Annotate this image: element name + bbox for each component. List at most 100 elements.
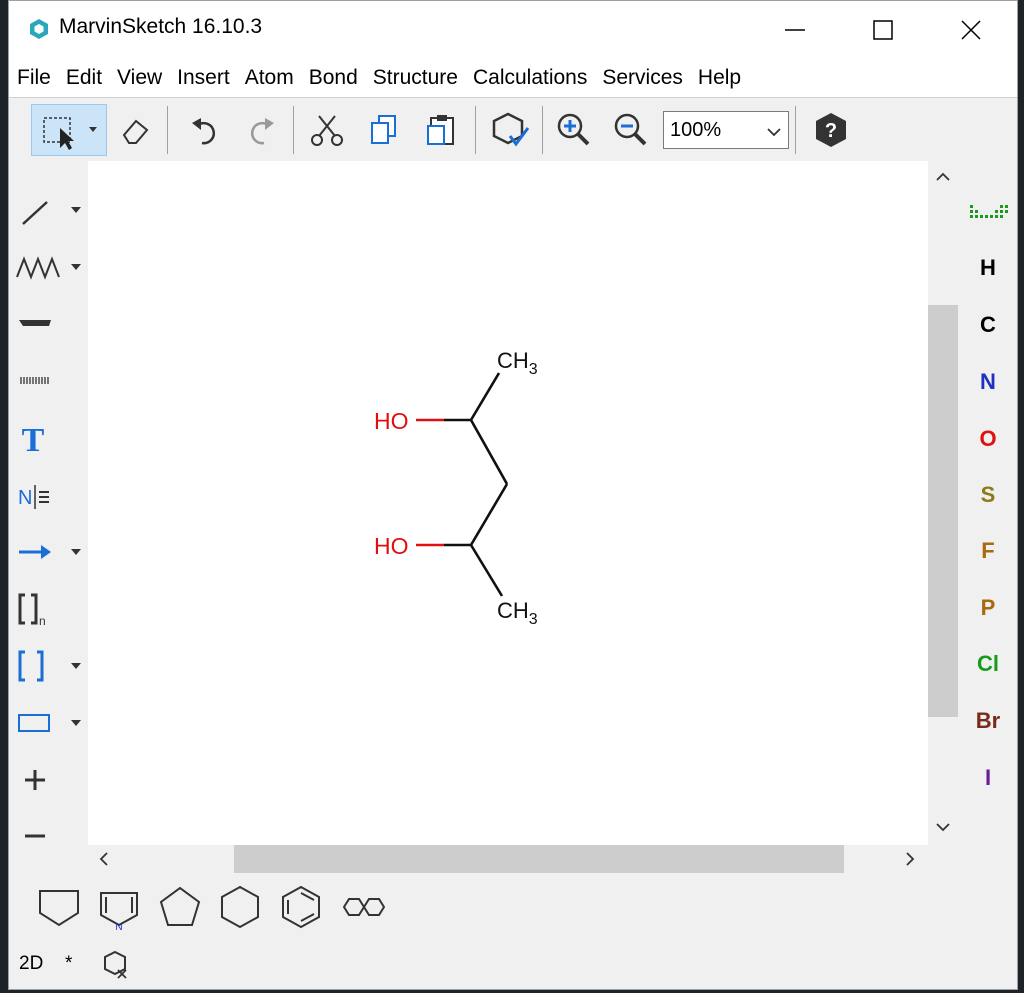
scissors-icon	[311, 115, 343, 146]
maximize-icon	[873, 20, 893, 40]
element-c[interactable]: C	[959, 305, 1017, 345]
bond[interactable]	[469, 419, 509, 485]
element-i[interactable]: I	[959, 758, 1017, 798]
template-cyclohexane[interactable]	[214, 881, 266, 933]
hashed-bond-tool[interactable]	[15, 356, 75, 406]
menu-help[interactable]: Help	[690, 66, 748, 90]
bracket-icon	[18, 650, 44, 682]
element-n[interactable]: N	[959, 362, 1017, 402]
atom-label-ch3-bottom[interactable]: CH3	[497, 598, 538, 628]
chevron-left-icon[interactable]	[94, 845, 114, 873]
menu-atom[interactable]: Atom	[237, 66, 301, 90]
element-s[interactable]: S	[959, 475, 1017, 515]
vertical-scroll-thumb[interactable]	[928, 305, 958, 717]
menu-view[interactable]: View	[109, 66, 169, 90]
menu-structure[interactable]: Structure	[365, 66, 465, 90]
element-f[interactable]: F	[959, 531, 1017, 571]
minimize-button[interactable]	[751, 1, 839, 59]
element-o[interactable]: O	[959, 419, 1017, 459]
dropdown-arrow-icon[interactable]	[71, 264, 81, 270]
menu-edit[interactable]: Edit	[58, 66, 109, 90]
main-toolbar: ?	[9, 97, 1017, 162]
menu-calculations[interactable]: Calculations	[465, 66, 594, 90]
pyrrole-icon: N	[100, 892, 138, 931]
menu-bar: File Edit View Insert Atom Bond Structur…	[9, 59, 1017, 97]
atom-list-tool[interactable]: N	[15, 470, 75, 520]
redo-button[interactable]	[241, 104, 281, 156]
dropdown-arrow-icon[interactable]	[71, 549, 81, 555]
zoom-select[interactable]: 100%	[663, 111, 789, 149]
left-toolbar: T N n	[9, 161, 88, 845]
atom-label-ho-bottom[interactable]: HO	[374, 533, 409, 559]
chain-tool[interactable]	[15, 242, 75, 292]
single-bond-tool[interactable]	[15, 185, 75, 235]
vertical-scrollbar[interactable]	[928, 161, 958, 845]
chevron-down-icon	[767, 128, 781, 137]
element-p[interactable]: P	[959, 588, 1017, 628]
dropdown-arrow-icon[interactable]	[71, 720, 81, 726]
svg-text:T: T	[22, 422, 45, 458]
periodic-table-button[interactable]	[959, 191, 1017, 231]
template-cyclobutane[interactable]	[33, 881, 85, 933]
negative-charge-tool[interactable]	[15, 809, 75, 859]
bond[interactable]	[469, 372, 501, 421]
element-br[interactable]: Br	[959, 701, 1017, 741]
molecule-structure: CH3 HO HO CH3	[374, 348, 538, 628]
menu-file[interactable]: File	[9, 66, 58, 90]
element-h[interactable]: H	[959, 248, 1017, 288]
close-icon	[961, 20, 981, 40]
dropdown-arrow-icon[interactable]	[71, 207, 81, 213]
structure-error-icon[interactable]	[103, 949, 133, 986]
molecule-bonds	[444, 372, 509, 597]
text-tool[interactable]: T	[15, 413, 75, 463]
dropdown-arrow-icon[interactable]	[71, 663, 81, 669]
check-structure-button[interactable]	[487, 104, 533, 156]
chain-icon	[16, 256, 60, 280]
periodic-table-icon	[970, 205, 1008, 218]
horizontal-scroll-thumb[interactable]	[234, 845, 844, 873]
bond[interactable]	[469, 483, 509, 546]
status-bar: 2D *	[9, 941, 1017, 989]
text-t-icon: T	[22, 422, 45, 458]
horizontal-scrollbar[interactable]	[88, 845, 928, 873]
selection-tool-button[interactable]	[31, 104, 107, 156]
template-pyrrole[interactable]: N	[93, 881, 145, 933]
template-benzene[interactable]	[275, 881, 327, 933]
cut-button[interactable]	[307, 104, 347, 156]
bold-bond-tool[interactable]	[15, 299, 75, 349]
template-naphthalene[interactable]	[335, 881, 387, 933]
help-button[interactable]: ?	[809, 104, 853, 156]
menu-insert[interactable]: Insert	[169, 66, 237, 90]
atom-label-ho-top[interactable]: HO	[374, 408, 409, 434]
polymer-bracket-tool[interactable]: n	[15, 584, 75, 634]
bond[interactable]	[469, 544, 504, 597]
undo-button[interactable]	[185, 104, 225, 156]
marvin-app-icon	[27, 17, 51, 41]
help-icon: ?	[816, 113, 846, 147]
window-title: MarvinSketch 16.10.3	[59, 15, 263, 38]
rectangle-tool[interactable]	[15, 698, 75, 748]
element-cl[interactable]: Cl	[959, 644, 1017, 684]
rectangle-icon	[18, 714, 50, 732]
reaction-arrow-tool[interactable]	[15, 527, 75, 577]
dimension-mode[interactable]: 2D	[19, 953, 43, 975]
chevron-down-icon[interactable]	[928, 817, 958, 837]
atom-label-ch3-top[interactable]: CH3	[497, 348, 538, 378]
template-cyclopentane[interactable]	[154, 881, 206, 933]
zoom-out-icon	[614, 113, 647, 146]
maximize-button[interactable]	[839, 1, 927, 59]
single-bond-icon	[22, 201, 48, 225]
menu-services[interactable]: Services	[594, 66, 690, 90]
drawing-canvas[interactable]: CH3 HO HO CH3	[88, 161, 928, 845]
erase-button[interactable]	[115, 104, 155, 156]
zoom-in-button[interactable]	[554, 104, 594, 156]
chevron-up-icon[interactable]	[928, 167, 958, 187]
close-button[interactable]	[927, 1, 1015, 59]
paste-button[interactable]	[421, 104, 461, 156]
positive-charge-tool[interactable]	[15, 755, 75, 805]
bracket-tool[interactable]	[15, 641, 75, 691]
menu-bond[interactable]: Bond	[301, 66, 365, 90]
zoom-out-button[interactable]	[611, 104, 651, 156]
copy-button[interactable]	[365, 104, 405, 156]
chevron-right-icon[interactable]	[900, 845, 920, 873]
